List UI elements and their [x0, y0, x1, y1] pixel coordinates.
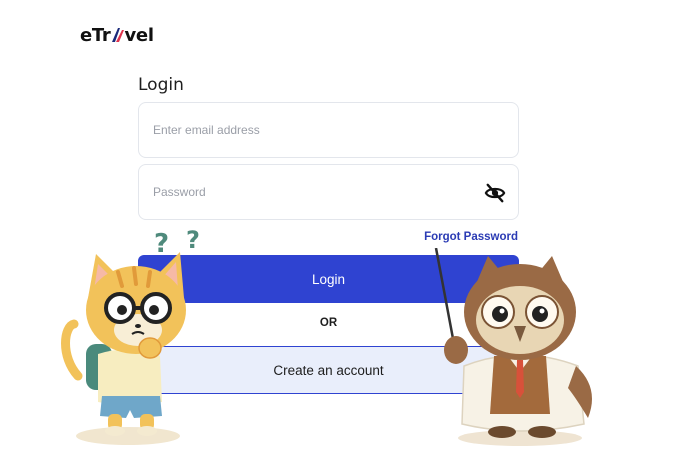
etravel-logo[interactable]: eTr vel [80, 25, 154, 46]
password-field[interactable] [138, 164, 519, 220]
svg-text:?: ? [154, 229, 169, 259]
svg-text:?: ? [186, 226, 200, 254]
owl-teacher-illustration [434, 248, 592, 446]
login-heading: Login [138, 75, 184, 95]
forgot-password-link[interactable]: Forgot Password [424, 231, 518, 243]
logo-plane-icon [111, 28, 124, 42]
confused-cat-illustration: ? ? ? [61, 226, 200, 445]
eye-slash-icon[interactable] [484, 183, 506, 203]
email-input[interactable] [153, 123, 504, 137]
logo-text-prefix: eTr [80, 25, 111, 46]
email-field[interactable] [138, 102, 519, 158]
logo-text-suffix: vel [124, 25, 155, 46]
password-input[interactable] [153, 185, 504, 199]
